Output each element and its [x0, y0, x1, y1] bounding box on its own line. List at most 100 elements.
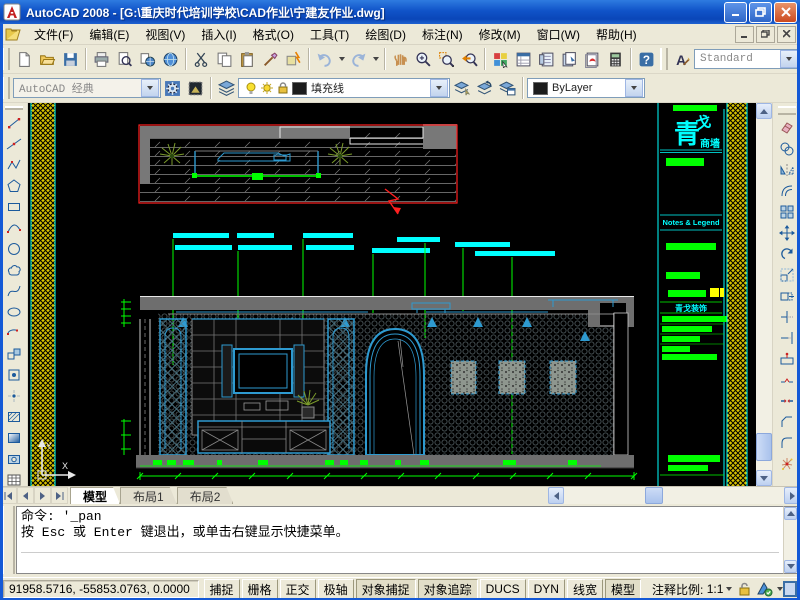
tab-2[interactable]: 布局2 [177, 487, 234, 504]
ellipse-button[interactable] [2, 301, 26, 322]
menu-item-1[interactable]: 编辑(E) [81, 24, 137, 45]
construction-line-button[interactable] [2, 133, 26, 154]
toolbar-grip[interactable] [2, 77, 10, 99]
copy-object-button[interactable] [775, 138, 799, 159]
my-workspace-button[interactable] [184, 77, 207, 100]
open-button[interactable] [36, 48, 59, 71]
command-scrollbar[interactable] [783, 506, 798, 574]
tab-0[interactable]: 模型 [70, 487, 120, 504]
help-button[interactable]: ? [635, 48, 658, 71]
sheetset-manager-button[interactable] [558, 48, 581, 71]
layer-properties-button[interactable] [215, 77, 238, 100]
tab-prev-button[interactable] [17, 487, 34, 504]
toolbar-grip[interactable] [778, 106, 796, 115]
status-toggle-3[interactable]: 极轴 [318, 579, 354, 600]
toolbar-grip[interactable] [660, 48, 668, 70]
status-toggle-2[interactable]: 正交 [280, 579, 316, 600]
erase-button[interactable] [775, 117, 799, 138]
fillet-button[interactable] [775, 432, 799, 453]
menu-item-5[interactable]: 工具(T) [302, 24, 357, 45]
offset-button[interactable] [775, 180, 799, 201]
copy-button[interactable] [213, 48, 236, 71]
menu-item-4[interactable]: 格式(O) [245, 24, 302, 45]
drawing-canvas[interactable]: 青 戈 商墙 Notes & Legend 青戈装饰 [28, 103, 756, 486]
block-editor-button[interactable] [282, 48, 305, 71]
layer-combo[interactable]: 填充线 [238, 78, 450, 98]
workspace-settings-button[interactable] [161, 77, 184, 100]
close-button[interactable] [774, 2, 797, 23]
combo-dropdown-button[interactable] [780, 50, 798, 68]
make-object-layer-current-button[interactable] [450, 77, 473, 100]
doc-restore-button[interactable] [756, 26, 775, 43]
command-input-line[interactable] [21, 552, 779, 571]
redo-button[interactable] [347, 48, 370, 71]
polyline-button[interactable] [2, 154, 26, 175]
doc-minimize-button[interactable] [735, 26, 754, 43]
join-button[interactable] [775, 390, 799, 411]
ellipse-arc-button[interactable] [2, 322, 26, 343]
horizontal-scrollbar[interactable] [548, 487, 800, 504]
tab-next-button[interactable] [34, 487, 51, 504]
tool-palettes-button[interactable] [535, 48, 558, 71]
match-properties-button[interactable] [259, 48, 282, 71]
plot-preview-button[interactable] [113, 48, 136, 71]
menu-item-6[interactable]: 绘图(D) [357, 24, 414, 45]
annotation-visibility-icon[interactable] [756, 581, 773, 597]
insert-block-button[interactable] [2, 343, 26, 364]
gradient-button[interactable] [2, 427, 26, 448]
menu-item-7[interactable]: 标注(N) [414, 24, 471, 45]
menu-item-2[interactable]: 视图(V) [137, 24, 193, 45]
polygon-button[interactable] [2, 175, 26, 196]
annotation-scale-value[interactable]: 1:1 [707, 582, 724, 596]
undo-dropdown[interactable] [336, 48, 347, 71]
zoom-previous-button[interactable] [458, 48, 481, 71]
command-scroll-up[interactable] [784, 507, 797, 520]
status-toggle-7[interactable]: DYN [528, 579, 565, 600]
menu-item-9[interactable]: 窗口(W) [529, 24, 588, 45]
publish-button[interactable] [136, 48, 159, 71]
status-toggle-8[interactable]: 线宽 [567, 579, 603, 600]
menu-item-8[interactable]: 修改(M) [471, 24, 529, 45]
save-button[interactable] [59, 48, 82, 71]
combo-dropdown-button[interactable] [430, 79, 448, 97]
make-block-button[interactable] [2, 364, 26, 385]
horizontal-scroll-track[interactable] [564, 487, 784, 504]
designcenter-button[interactable] [512, 48, 535, 71]
status-toggle-0[interactable]: 捕捉 [204, 579, 240, 600]
status-toggle-1[interactable]: 栅格 [242, 579, 278, 600]
plot-button[interactable] [90, 48, 113, 71]
revision-cloud-button[interactable] [2, 259, 26, 280]
command-scroll-down[interactable] [784, 560, 797, 573]
pan-button[interactable] [389, 48, 412, 71]
quickcalc-button[interactable] [604, 48, 627, 71]
status-toggle-4[interactable]: 对象捕捉 [356, 579, 416, 600]
vertical-scroll-thumb[interactable] [756, 433, 772, 461]
status-toggle-5[interactable]: 对象追踪 [418, 579, 478, 600]
zoom-window-button[interactable] [435, 48, 458, 71]
menu-item-10[interactable]: 帮助(H) [588, 24, 645, 45]
rectangle-button[interactable] [2, 196, 26, 217]
menu-item-0[interactable]: 文件(F) [26, 24, 81, 45]
hatch-button[interactable] [2, 406, 26, 427]
tab-1[interactable]: 布局1 [120, 487, 177, 504]
3d-dwf-button[interactable] [159, 48, 182, 71]
scroll-up-button[interactable] [756, 103, 772, 119]
region-button[interactable] [2, 448, 26, 469]
break-button[interactable] [775, 369, 799, 390]
workspace-combo[interactable]: AutoCAD 经典 [13, 78, 161, 98]
horizontal-scroll-thumb[interactable] [645, 487, 663, 504]
status-toggle-9[interactable]: 模型 [605, 579, 641, 600]
menu-item-3[interactable]: 插入(I) [193, 24, 244, 45]
scroll-down-button[interactable] [756, 470, 772, 486]
trim-button[interactable] [775, 306, 799, 327]
spline-button[interactable] [2, 280, 26, 301]
scroll-left-button[interactable] [548, 487, 564, 504]
color-combo[interactable]: ByLayer [527, 78, 645, 98]
undo-button[interactable] [313, 48, 336, 71]
rotate-button[interactable] [775, 243, 799, 264]
paste-button[interactable] [236, 48, 259, 71]
caret-down-icon[interactable] [726, 587, 732, 591]
text-style-combo[interactable]: Standard [694, 49, 800, 69]
line-button[interactable] [2, 112, 26, 133]
toolbar-grip[interactable] [5, 106, 23, 110]
